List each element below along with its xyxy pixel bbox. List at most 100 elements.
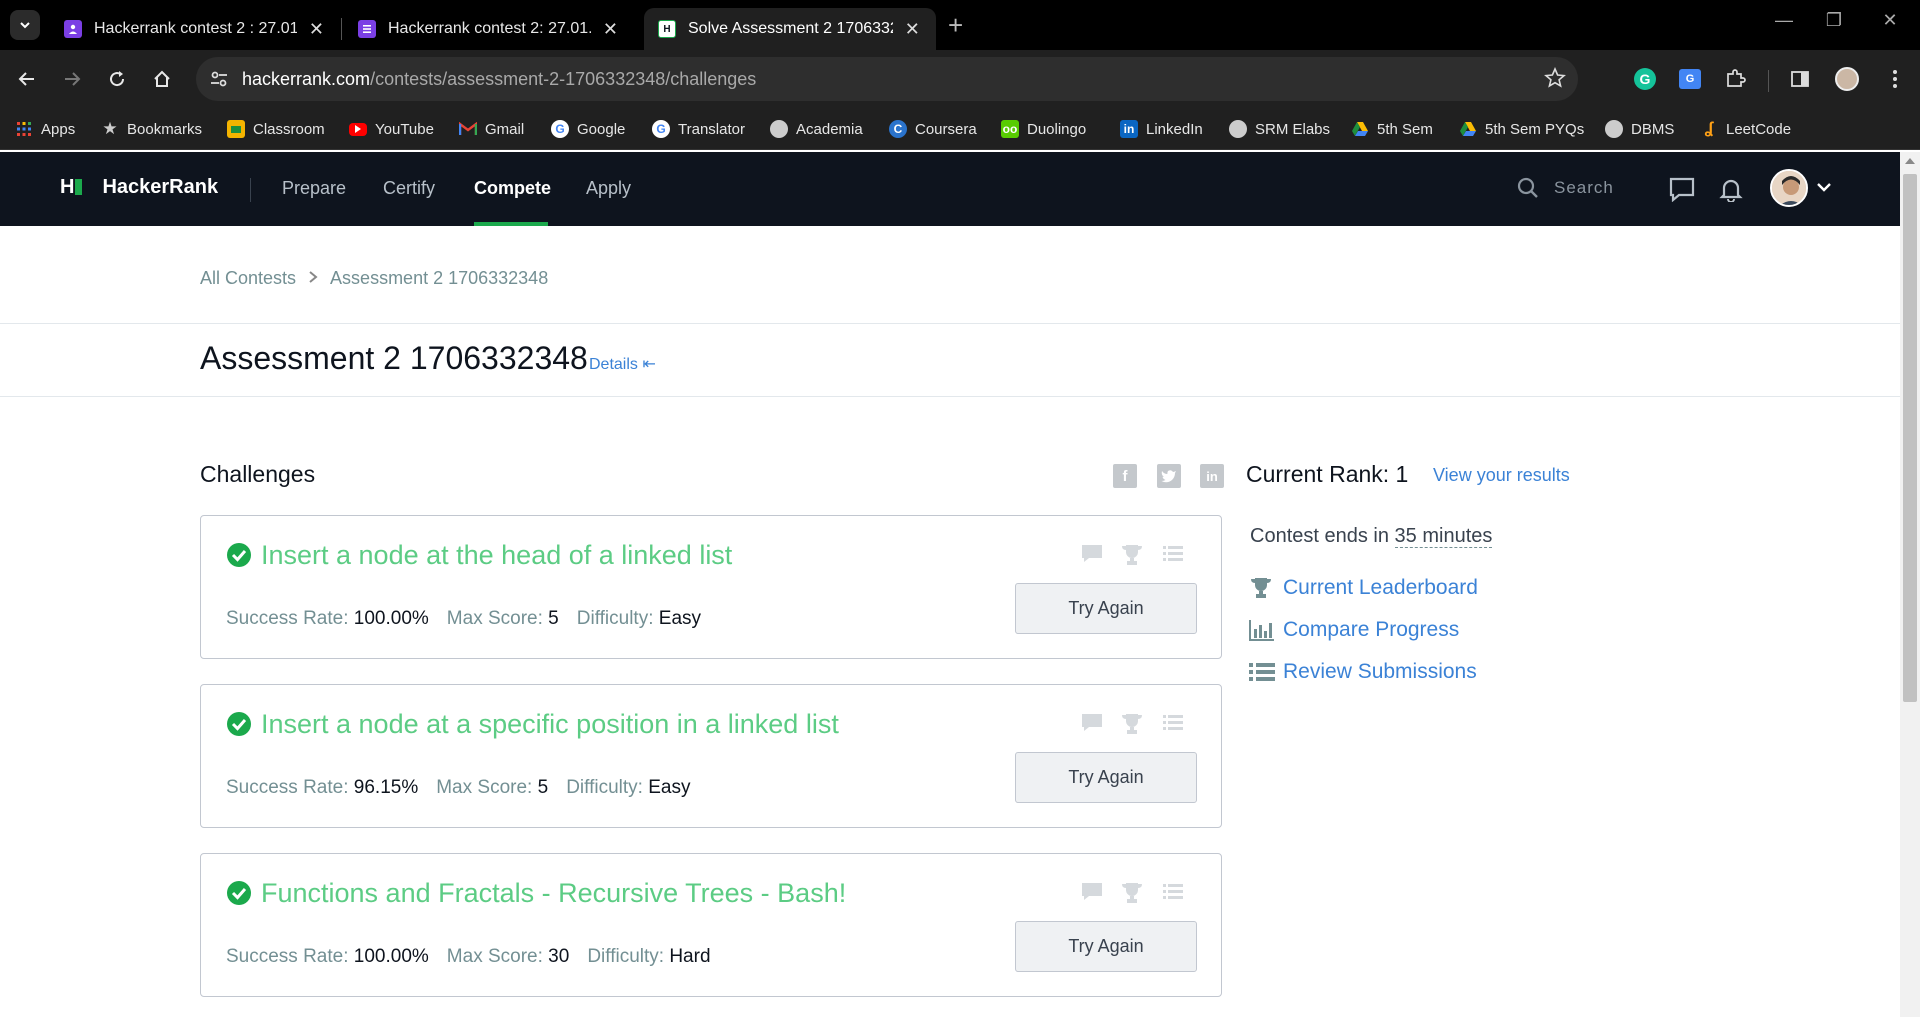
review-submissions-link[interactable]: Review Submissions <box>1249 660 1477 684</box>
bookmark-apps[interactable]: Apps <box>15 116 75 142</box>
close-icon[interactable]: ✕ <box>903 19 922 40</box>
try-again-button[interactable]: Try Again <box>1015 752 1197 803</box>
discussion-icon[interactable] <box>1081 713 1103 738</box>
list-icon[interactable] <box>1163 882 1183 905</box>
success-rate: 100.00% <box>353 946 429 967</box>
bookmark-bookmarks[interactable]: ★ Bookmarks <box>101 116 202 142</box>
nav-prepare[interactable]: Prepare <box>282 178 346 199</box>
browser-tab-3-active[interactable]: H Solve Assessment 2 1706332348 ✕ <box>644 8 936 50</box>
scrollbar-thumb[interactable] <box>1903 174 1917 702</box>
search-icon <box>1517 177 1538 198</box>
toolbar-divider <box>1768 70 1769 92</box>
bookmark-classroom[interactable]: Classroom <box>227 116 325 142</box>
side-panel-icon[interactable] <box>1785 64 1815 94</box>
grammarly-extension-icon[interactable]: G <box>1630 64 1660 94</box>
avatar[interactable] <box>1770 169 1808 207</box>
breadcrumb: All Contests Assessment 2 1706332348 <box>200 268 548 289</box>
difficulty: Easy <box>648 777 691 798</box>
try-again-button[interactable]: Try Again <box>1015 583 1197 634</box>
extensions-puzzle-icon[interactable] <box>1720 64 1750 94</box>
list-icon[interactable] <box>1163 544 1183 567</box>
browser-tab-1[interactable]: Hackerrank contest 2 : 27.01.2024 ✕ <box>50 8 340 50</box>
bookmark-linkedin[interactable]: in LinkedIn <box>1120 116 1203 142</box>
current-leaderboard-link[interactable]: Current Leaderboard <box>1249 576 1478 600</box>
challenge-title-link[interactable]: Insert a node at a specific position in … <box>261 709 839 740</box>
linkedin-icon: in <box>1120 120 1138 138</box>
bookmark-star-icon[interactable] <box>1544 66 1566 94</box>
challenge-title-link[interactable]: Insert a node at the head of a linked li… <box>261 540 732 571</box>
list-icon <box>1249 662 1275 682</box>
trophy-icon <box>1249 577 1275 599</box>
browser-tab-2[interactable]: Hackerrank contest 2: 27.01.2024 ✕ <box>344 8 634 50</box>
view-results-link[interactable]: View your results <box>1433 465 1570 486</box>
breadcrumb-all-contests[interactable]: All Contests <box>200 268 296 289</box>
close-icon[interactable]: ✕ <box>601 19 620 40</box>
tab-search-button[interactable] <box>10 10 40 40</box>
page-title: Assessment 2 1706332348 <box>200 340 588 376</box>
compare-progress-link[interactable]: Compare Progress <box>1249 618 1459 642</box>
hackerrank-header: H HackerRank Prepare Certify Compete App… <box>0 152 1900 226</box>
kebab-menu-icon[interactable] <box>1880 64 1910 94</box>
site-settings-icon[interactable] <box>208 68 230 95</box>
restore-icon[interactable]: ❐ <box>1814 10 1854 31</box>
chevron-right-icon <box>308 268 318 289</box>
bookmark-google[interactable]: G Google <box>551 116 625 142</box>
challenge-title-link[interactable]: Functions and Fractals - Recursive Trees… <box>261 878 846 909</box>
bookmark-leetcode[interactable]: ʆ LeetCode <box>1700 116 1791 142</box>
discussion-icon[interactable] <box>1081 882 1103 907</box>
page-scrollbar[interactable] <box>1900 152 1920 1017</box>
reload-icon[interactable] <box>100 62 134 96</box>
nav-certify[interactable]: Certify <box>383 178 435 199</box>
drive-icon <box>1459 120 1477 138</box>
bookmark-youtube[interactable]: YouTube <box>349 116 434 142</box>
back-arrow-icon[interactable] <box>10 62 44 96</box>
bookmark-translator[interactable]: G Translator <box>652 116 745 142</box>
challenge-card: Functions and Fractals - Recursive Trees… <box>200 853 1222 997</box>
chevron-down-icon <box>20 22 30 29</box>
hackerrank-logo-icon: H <box>60 176 83 199</box>
trophy-icon[interactable] <box>1120 713 1144 740</box>
nav-compete[interactable]: Compete <box>474 178 551 199</box>
bookmark-dbms[interactable]: DBMS <box>1605 116 1674 142</box>
details-link[interactable]: Details ⇤ <box>589 354 656 374</box>
close-icon[interactable]: ✕ <box>307 19 326 40</box>
list-icon[interactable] <box>1163 713 1183 736</box>
bookmark-gmail[interactable]: Gmail <box>459 116 524 142</box>
tab-title: Solve Assessment 2 1706332348 <box>688 20 893 37</box>
translate-extension-icon[interactable]: G <box>1675 64 1705 94</box>
bookmark-srm-elabs[interactable]: SRM Elabs <box>1229 116 1330 142</box>
linkedin-share-icon[interactable]: in <box>1200 464 1224 488</box>
bookmarks-bar: Apps ★ Bookmarks Classroom YouTube Gmail … <box>0 108 1920 150</box>
notifications-bell-icon[interactable] <box>1718 176 1744 207</box>
chevron-down-icon[interactable] <box>1816 180 1832 198</box>
facebook-share-icon[interactable]: f <box>1113 464 1137 488</box>
drive-icon <box>1351 120 1369 138</box>
discussion-icon[interactable] <box>1081 544 1103 569</box>
minimize-icon[interactable]: — <box>1764 10 1804 31</box>
profile-avatar-icon[interactable] <box>1832 64 1862 94</box>
bookmark-coursera[interactable]: C Coursera <box>889 116 977 142</box>
bookmark-academia[interactable]: Academia <box>770 116 863 142</box>
new-tab-plus-icon[interactable]: + <box>948 10 963 41</box>
scroll-up-arrow-icon[interactable] <box>1905 158 1915 164</box>
address-bar[interactable]: hackerrank.com/contests/assessment-2-170… <box>196 57 1578 101</box>
home-icon[interactable] <box>145 62 179 96</box>
try-again-button[interactable]: Try Again <box>1015 921 1197 972</box>
trophy-icon[interactable] <box>1120 544 1144 571</box>
solved-check-icon <box>226 711 252 742</box>
trophy-icon[interactable] <box>1120 882 1144 909</box>
window-close-icon[interactable]: ✕ <box>1870 10 1910 31</box>
messages-icon[interactable] <box>1668 176 1696 207</box>
twitter-share-icon[interactable] <box>1157 464 1181 488</box>
search-box[interactable]: Search <box>1516 176 1614 200</box>
google-icon: G <box>551 120 569 138</box>
classroom-icon <box>227 120 245 138</box>
nav-apply[interactable]: Apply <box>586 178 631 199</box>
bookmark-5th-sem-pyqs[interactable]: 5th Sem PYQs <box>1459 116 1584 142</box>
active-nav-indicator <box>474 222 548 226</box>
bookmark-5th-sem[interactable]: 5th Sem <box>1351 116 1433 142</box>
bookmark-duolingo[interactable]: oo Duolingo <box>1001 116 1086 142</box>
browser-tab-strip: Hackerrank contest 2 : 27.01.2024 ✕ Hack… <box>0 0 1920 50</box>
hackerrank-logo[interactable]: H HackerRank <box>60 176 218 199</box>
forward-arrow-icon[interactable] <box>55 62 89 96</box>
